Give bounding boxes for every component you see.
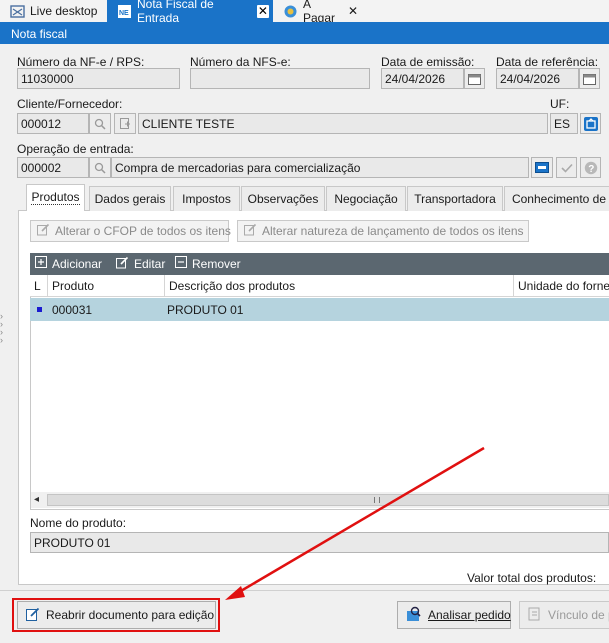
annotation-arrow [225,446,485,600]
